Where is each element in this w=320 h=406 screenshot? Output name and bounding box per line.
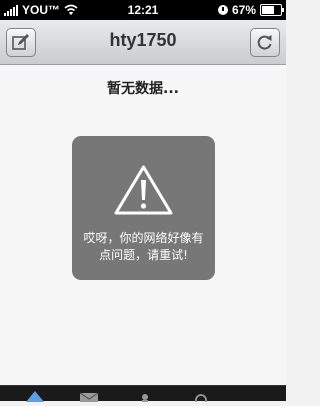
tab-search[interactable] xyxy=(190,387,212,406)
navigation-bar: hty1750 xyxy=(0,20,286,65)
warning-icon xyxy=(114,165,173,215)
orientation-lock-icon xyxy=(217,5,228,15)
battery-percent: 67% xyxy=(231,3,256,17)
status-bar: YOU™ 12:21 67% xyxy=(0,0,286,20)
refresh-button[interactable] xyxy=(250,28,280,57)
status-right: 67% xyxy=(217,3,284,17)
error-line-1: 哎呀，你的网络好像有 xyxy=(83,231,204,245)
tab-bar xyxy=(0,385,286,406)
tab-profile[interactable] xyxy=(134,387,156,402)
page-title: hty1750 xyxy=(109,30,177,50)
battery-icon xyxy=(260,4,284,16)
tab-mail[interactable] xyxy=(78,387,100,402)
error-message: 哎呀，你的网络好像有 点问题，请重试! xyxy=(80,230,207,264)
empty-message: 暂无数据... xyxy=(107,81,179,97)
main-content: 暂无数据... 哎呀，你的网络好像有 点问题，请重试! xyxy=(0,65,286,385)
error-line-2: 点问题，请重试! xyxy=(99,248,188,262)
refresh-icon xyxy=(257,35,272,50)
tab-home[interactable] xyxy=(24,387,46,402)
network-error-box: 哎呀，你的网络好像有 点问题，请重试! xyxy=(72,136,215,280)
